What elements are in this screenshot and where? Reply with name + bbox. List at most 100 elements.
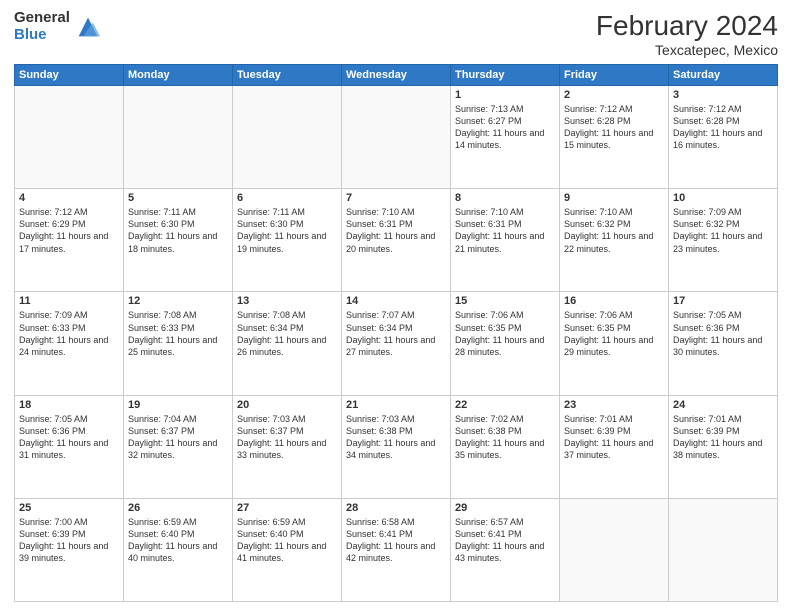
calendar-day-cell: 28 Sunrise: 6:58 AMSunset: 6:41 PMDayligh… <box>342 498 451 601</box>
calendar-week-row: 25Sunrise: 7:00 AMSunset: 6:39 PMDayligh… <box>15 498 778 601</box>
day-number: 4 <box>19 192 119 204</box>
header-tuesday: Tuesday <box>233 65 342 86</box>
day-number: 18 <box>19 399 119 411</box>
day-number: 14 <box>346 295 446 307</box>
calendar-day-cell: 2Sunrise: 7:12 AMSunset: 6:28 PMDaylight… <box>560 86 669 189</box>
header-sunday: Sunday <box>15 65 124 86</box>
day-info: Sunrise: 7:10 AMSunset: 6:31 PMDaylight:… <box>455 206 555 255</box>
day-info: Sunrise: 7:06 AMSunset: 6:35 PMDaylight:… <box>455 309 555 358</box>
calendar-day-cell: 26 Sunrise: 6:59 AMSunset: 6:40 PMDayligh… <box>124 498 233 601</box>
calendar-day-cell: 18 Sunrise: 7:05 AMSunset: 6:36 PMDayligh… <box>15 395 124 498</box>
calendar-day-cell <box>124 86 233 189</box>
calendar-day-cell: 11 Sunrise: 7:09 AMSunset: 6:33 PMDayligh… <box>15 292 124 395</box>
day-info: Sunrise: 7:12 AMSunset: 6:29 PMDaylight:… <box>19 206 119 255</box>
day-number: 26 <box>128 502 228 514</box>
day-number: 25 <box>19 502 119 514</box>
header-right: February 2024 Texcatepec, Mexico <box>596 10 778 58</box>
day-number: 6 <box>237 192 337 204</box>
page: General Blue February 2024 Texcatepec, M… <box>0 0 792 612</box>
day-info: Sunrise: 7:01 AMSunset: 6:39 PMDaylight:… <box>673 413 773 462</box>
day-info: Sunrise: 7:12 AMSunset: 6:28 PMDaylight:… <box>673 103 773 152</box>
calendar-day-cell: 17 Sunrise: 7:05 AMSunset: 6:36 PMDayligh… <box>669 292 778 395</box>
calendar-day-cell <box>669 498 778 601</box>
day-info: Sunrise: 6:59 AMSunset: 6:40 PMDaylight:… <box>128 516 228 565</box>
calendar-header: Sunday Monday Tuesday Wednesday Thursday… <box>15 65 778 86</box>
day-number: 21 <box>346 399 446 411</box>
calendar-day-cell <box>342 86 451 189</box>
day-number: 24 <box>673 399 773 411</box>
day-number: 19 <box>128 399 228 411</box>
logo-icon <box>74 13 102 41</box>
day-number: 28 <box>346 502 446 514</box>
day-info: Sunrise: 7:11 AMSunset: 6:30 PMDaylight:… <box>237 206 337 255</box>
location: Texcatepec, Mexico <box>596 42 778 58</box>
day-info: Sunrise: 7:03 AMSunset: 6:38 PMDaylight:… <box>346 413 446 462</box>
calendar-day-cell: 12 Sunrise: 7:08 AMSunset: 6:33 PMDayligh… <box>124 292 233 395</box>
day-number: 20 <box>237 399 337 411</box>
day-number: 15 <box>455 295 555 307</box>
calendar-day-cell: 3Sunrise: 7:12 AMSunset: 6:28 PMDaylight… <box>669 86 778 189</box>
weekday-header-row: Sunday Monday Tuesday Wednesday Thursday… <box>15 65 778 86</box>
calendar-day-cell: 1Sunrise: 7:13 AMSunset: 6:27 PMDaylight… <box>451 86 560 189</box>
calendar-day-cell: 6 Sunrise: 7:11 AMSunset: 6:30 PMDaylight… <box>233 189 342 292</box>
calendar-table: Sunday Monday Tuesday Wednesday Thursday… <box>14 64 778 602</box>
day-number: 23 <box>564 399 664 411</box>
calendar-day-cell: 10 Sunrise: 7:09 AMSunset: 6:32 PMDayligh… <box>669 189 778 292</box>
calendar-day-cell: 24 Sunrise: 7:01 AMSunset: 6:39 PMDayligh… <box>669 395 778 498</box>
day-number: 17 <box>673 295 773 307</box>
calendar-week-row: 4 Sunrise: 7:12 AMSunset: 6:29 PMDaylight… <box>15 189 778 292</box>
logo: General Blue <box>14 10 102 43</box>
header-friday: Friday <box>560 65 669 86</box>
calendar-week-row: 18 Sunrise: 7:05 AMSunset: 6:36 PMDayligh… <box>15 395 778 498</box>
month-title: February 2024 <box>596 10 778 42</box>
header-wednesday: Wednesday <box>342 65 451 86</box>
calendar-body: 1Sunrise: 7:13 AMSunset: 6:27 PMDaylight… <box>15 86 778 602</box>
day-info: Sunrise: 7:07 AMSunset: 6:34 PMDaylight:… <box>346 309 446 358</box>
calendar-day-cell: 29Sunrise: 6:57 AMSunset: 6:41 PMDayligh… <box>451 498 560 601</box>
calendar-day-cell: 19 Sunrise: 7:04 AMSunset: 6:37 PMDayligh… <box>124 395 233 498</box>
day-info: Sunrise: 7:13 AMSunset: 6:27 PMDaylight:… <box>455 103 555 152</box>
logo-text: General Blue <box>14 10 70 43</box>
day-number: 13 <box>237 295 337 307</box>
day-number: 11 <box>19 295 119 307</box>
day-info: Sunrise: 7:06 AMSunset: 6:35 PMDaylight:… <box>564 309 664 358</box>
logo-blue: Blue <box>14 27 70 44</box>
day-info: Sunrise: 6:58 AMSunset: 6:41 PMDaylight:… <box>346 516 446 565</box>
calendar-day-cell: 9 Sunrise: 7:10 AMSunset: 6:32 PMDaylight… <box>560 189 669 292</box>
day-info: Sunrise: 6:59 AMSunset: 6:40 PMDaylight:… <box>237 516 337 565</box>
header-thursday: Thursday <box>451 65 560 86</box>
calendar-day-cell: 5Sunrise: 7:11 AMSunset: 6:30 PMDaylight… <box>124 189 233 292</box>
calendar-day-cell <box>15 86 124 189</box>
day-number: 12 <box>128 295 228 307</box>
calendar-day-cell <box>560 498 669 601</box>
day-info: Sunrise: 7:04 AMSunset: 6:37 PMDaylight:… <box>128 413 228 462</box>
day-info: Sunrise: 7:09 AMSunset: 6:32 PMDaylight:… <box>673 206 773 255</box>
calendar-day-cell: 27Sunrise: 6:59 AMSunset: 6:40 PMDayligh… <box>233 498 342 601</box>
day-info: Sunrise: 7:05 AMSunset: 6:36 PMDaylight:… <box>19 413 119 462</box>
calendar-day-cell: 25Sunrise: 7:00 AMSunset: 6:39 PMDayligh… <box>15 498 124 601</box>
day-info: Sunrise: 7:03 AMSunset: 6:37 PMDaylight:… <box>237 413 337 462</box>
calendar-day-cell: 16 Sunrise: 7:06 AMSunset: 6:35 PMDayligh… <box>560 292 669 395</box>
day-info: Sunrise: 7:08 AMSunset: 6:34 PMDaylight:… <box>237 309 337 358</box>
day-info: Sunrise: 7:05 AMSunset: 6:36 PMDaylight:… <box>673 309 773 358</box>
calendar-day-cell: 21 Sunrise: 7:03 AMSunset: 6:38 PMDayligh… <box>342 395 451 498</box>
day-number: 9 <box>564 192 664 204</box>
day-info: Sunrise: 7:10 AMSunset: 6:32 PMDaylight:… <box>564 206 664 255</box>
day-info: Sunrise: 7:01 AMSunset: 6:39 PMDaylight:… <box>564 413 664 462</box>
day-number: 7 <box>346 192 446 204</box>
day-info: Sunrise: 7:10 AMSunset: 6:31 PMDaylight:… <box>346 206 446 255</box>
calendar-day-cell: 22Sunrise: 7:02 AMSunset: 6:38 PMDayligh… <box>451 395 560 498</box>
day-number: 29 <box>455 502 555 514</box>
header-saturday: Saturday <box>669 65 778 86</box>
day-number: 16 <box>564 295 664 307</box>
calendar-day-cell: 23 Sunrise: 7:01 AMSunset: 6:39 PMDayligh… <box>560 395 669 498</box>
header-monday: Monday <box>124 65 233 86</box>
day-number: 10 <box>673 192 773 204</box>
calendar-day-cell: 15 Sunrise: 7:06 AMSunset: 6:35 PMDayligh… <box>451 292 560 395</box>
calendar-day-cell: 7 Sunrise: 7:10 AMSunset: 6:31 PMDaylight… <box>342 189 451 292</box>
day-number: 2 <box>564 89 664 101</box>
calendar-day-cell: 8Sunrise: 7:10 AMSunset: 6:31 PMDaylight… <box>451 189 560 292</box>
day-info: Sunrise: 7:08 AMSunset: 6:33 PMDaylight:… <box>128 309 228 358</box>
calendar-day-cell: 4 Sunrise: 7:12 AMSunset: 6:29 PMDaylight… <box>15 189 124 292</box>
day-info: Sunrise: 7:09 AMSunset: 6:33 PMDaylight:… <box>19 309 119 358</box>
